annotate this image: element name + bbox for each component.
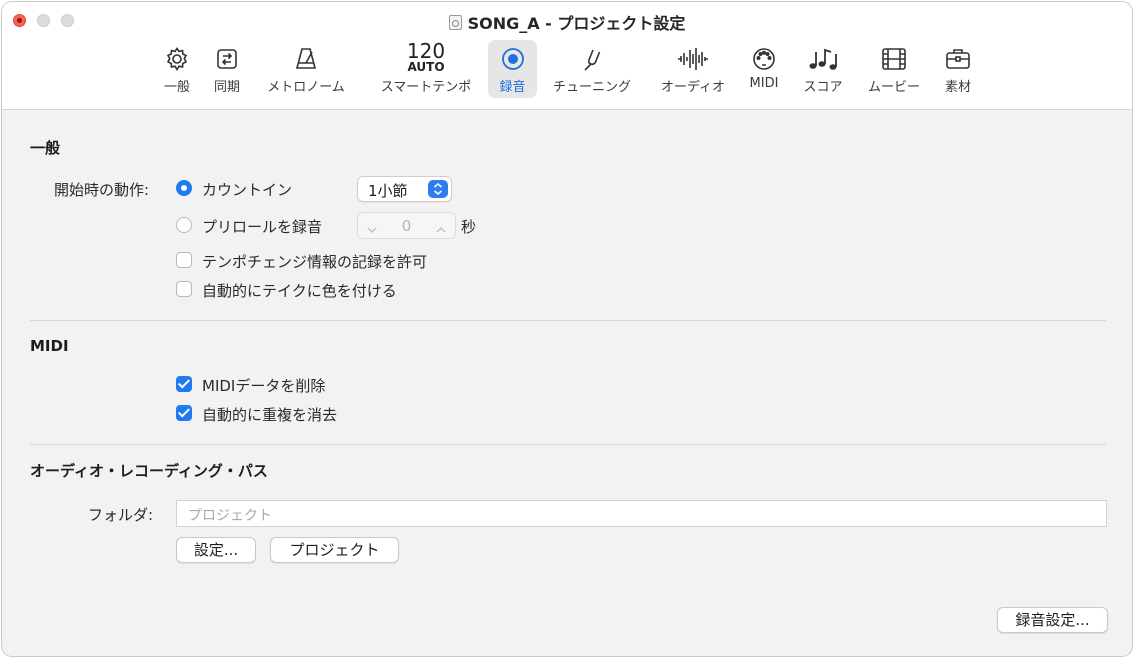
general-section-title: 一般 <box>30 139 61 157</box>
project-folder-button[interactable]: プロジェクト <box>270 537 399 563</box>
start-action-label: 開始時の動作: <box>54 181 150 199</box>
record-settings-button[interactable]: 録音設定... <box>997 607 1108 633</box>
tab-smart-tempo[interactable]: 120 AUTO スマートテンポ <box>374 40 478 98</box>
count-in-label: カウントイン <box>202 181 293 199</box>
tuning-fork-icon <box>550 44 634 74</box>
chevron-up-down-icon <box>428 180 448 198</box>
separator <box>30 320 1106 321</box>
record-icon <box>488 44 537 74</box>
chevron-up-icon[interactable] <box>435 220 447 239</box>
folder-field[interactable]: プロジェクト <box>176 500 1107 527</box>
folder-label: フォルダ: <box>88 506 154 524</box>
waveform-icon <box>657 44 729 74</box>
separator <box>30 444 1106 445</box>
metronome-icon <box>264 44 348 74</box>
tab-general[interactable]: 一般 <box>159 40 195 98</box>
auto-color-checkbox[interactable] <box>176 281 192 297</box>
remove-overlap-checkbox[interactable] <box>176 405 192 421</box>
tab-score[interactable]: スコア <box>802 40 844 98</box>
tab-midi[interactable]: MIDI <box>746 40 782 98</box>
project-settings-window: SONG_A - プロジェクト設定 一般 同期 メトロノーム 120 AUTO … <box>1 1 1133 657</box>
preroll-unit: 秒 <box>461 218 477 236</box>
sync-icon <box>209 44 245 74</box>
document-icon <box>448 15 462 30</box>
tab-movie[interactable]: ムービー <box>866 40 922 98</box>
tab-assets[interactable]: 素材 <box>940 40 976 98</box>
preroll-label: プリロールを録音 <box>202 218 323 236</box>
remove-overlap-label: 自動的に重複を消去 <box>202 406 338 424</box>
tab-metronome[interactable]: メトロノーム <box>264 40 348 98</box>
toolbar: SONG_A - プロジェクト設定 一般 同期 メトロノーム 120 AUTO … <box>2 2 1132 110</box>
tempo-change-checkbox[interactable] <box>176 252 192 268</box>
set-folder-button[interactable]: 設定... <box>176 537 256 563</box>
film-icon <box>866 44 922 74</box>
smart-tempo-icon: 120 AUTO <box>406 39 446 74</box>
preroll-radio[interactable] <box>176 217 192 233</box>
tab-tuning[interactable]: チューニング <box>550 40 634 98</box>
count-in-radio[interactable] <box>176 180 192 196</box>
gear-icon <box>159 44 195 74</box>
delete-midi-checkbox[interactable] <box>176 376 192 392</box>
tempo-change-label: テンポチェンジ情報の記録を許可 <box>202 253 428 271</box>
tab-record[interactable]: 録音 <box>488 40 537 98</box>
music-notes-icon <box>802 44 844 74</box>
midi-section-title: MIDI <box>30 337 69 355</box>
audio-path-section-title: オーディオ・レコーディング・パス <box>30 462 268 480</box>
preroll-stepper[interactable]: 0 <box>357 212 456 239</box>
delete-midi-label: MIDIデータを削除 <box>202 377 326 395</box>
auto-color-label: 自動的にテイクに色を付ける <box>202 282 397 300</box>
midi-port-icon <box>746 44 782 74</box>
tab-sync[interactable]: 同期 <box>209 40 245 98</box>
tab-audio[interactable]: オーディオ <box>657 40 729 98</box>
count-in-popup[interactable]: 1小節 <box>357 176 452 202</box>
briefcase-icon <box>940 44 976 74</box>
window-title: SONG_A - プロジェクト設定 <box>2 10 1132 34</box>
